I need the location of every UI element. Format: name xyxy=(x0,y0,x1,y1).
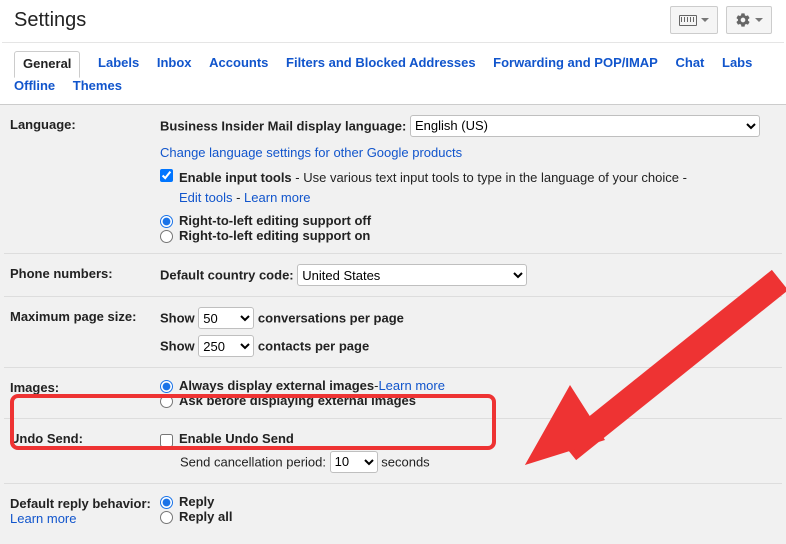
reply-radio[interactable] xyxy=(160,496,173,509)
display-language-label: Business Insider Mail display language: xyxy=(160,118,406,133)
rtl-on-label: Right-to-left editing support on xyxy=(179,228,370,243)
header-buttons xyxy=(670,6,772,34)
label-images: Images: xyxy=(10,378,160,408)
section-undo-send: Undo Send: Enable Undo Send Send cancell… xyxy=(4,419,782,484)
tab-accounts[interactable]: Accounts xyxy=(209,55,268,70)
cancel-period-suffix: seconds xyxy=(381,454,429,469)
keyboard-icon xyxy=(679,15,697,26)
enable-input-tools-checkbox[interactable] xyxy=(160,169,173,182)
section-default-reply: Default reply behavior: Learn more Reply… xyxy=(4,484,782,536)
label-undo-send: Undo Send: xyxy=(10,429,160,473)
input-tools-button[interactable] xyxy=(670,6,718,34)
images-learn-more-link[interactable]: Learn more xyxy=(378,378,444,393)
enable-undo-send-label: Enable Undo Send xyxy=(179,429,294,449)
tab-general[interactable]: General xyxy=(14,51,80,78)
section-phone: Phone numbers: Default country code: Uni… xyxy=(4,254,782,297)
show-conv-prefix: Show xyxy=(160,311,195,326)
ask-display-radio[interactable] xyxy=(160,395,173,408)
default-country-label: Default country code: xyxy=(160,268,294,283)
section-page-size: Maximum page size: Show 50 conversations… xyxy=(4,297,782,368)
gear-icon xyxy=(735,12,751,28)
tab-forwarding[interactable]: Forwarding and POP/IMAP xyxy=(493,55,658,70)
always-display-radio[interactable] xyxy=(160,380,173,393)
tab-labs[interactable]: Labs xyxy=(722,55,752,70)
section-images: Images: Always display external images -… xyxy=(4,368,782,419)
reply-all-radio[interactable] xyxy=(160,511,173,524)
change-language-link[interactable]: Change language settings for other Googl… xyxy=(160,145,462,160)
label-default-reply: Default reply behavior: Learn more xyxy=(10,494,160,526)
show-contacts-suffix: contacts per page xyxy=(258,339,369,354)
enable-input-tools-label: Enable input tools xyxy=(179,170,292,185)
ask-display-label: Ask before displaying external images xyxy=(179,393,416,408)
settings-gear-button[interactable] xyxy=(726,6,772,34)
page-title: Settings xyxy=(14,9,86,32)
tab-filters[interactable]: Filters and Blocked Addresses xyxy=(286,55,476,70)
conversations-per-page-select[interactable]: 50 xyxy=(198,307,254,329)
reply-all-label: Reply all xyxy=(179,509,232,524)
cancel-period-select[interactable]: 10 xyxy=(330,451,378,473)
enable-input-tools-desc: - Use various text input tools to type i… xyxy=(292,170,687,185)
edit-tools-link[interactable]: Edit tools xyxy=(179,190,232,205)
tab-labels[interactable]: Labels xyxy=(98,55,139,70)
tab-offline[interactable]: Offline xyxy=(14,78,55,93)
enable-undo-send-checkbox[interactable] xyxy=(160,434,173,447)
label-phone: Phone numbers: xyxy=(10,264,160,286)
contacts-per-page-select[interactable]: 250 xyxy=(198,335,254,357)
header: Settings xyxy=(0,0,786,42)
label-language: Language: xyxy=(10,115,160,244)
tab-themes[interactable]: Themes xyxy=(73,78,122,93)
show-conv-suffix: conversations per page xyxy=(258,311,404,326)
input-tools-learn-more-link[interactable]: Learn more xyxy=(244,190,310,205)
settings-tabs: General Labels Inbox Accounts Filters an… xyxy=(0,43,786,105)
rtl-on-radio[interactable] xyxy=(160,230,173,243)
country-code-select[interactable]: United States xyxy=(297,264,527,286)
reply-learn-more-link[interactable]: Learn more xyxy=(10,511,76,526)
chevron-down-icon xyxy=(701,18,709,22)
tab-chat[interactable]: Chat xyxy=(675,55,704,70)
cancel-period-label: Send cancellation period: xyxy=(180,454,326,469)
display-language-select[interactable]: English (US) xyxy=(410,115,760,137)
section-language: Language: Business Insider Mail display … xyxy=(4,105,782,255)
label-page-size: Maximum page size: xyxy=(10,307,160,357)
chevron-down-icon xyxy=(755,18,763,22)
tab-inbox[interactable]: Inbox xyxy=(157,55,192,70)
show-contacts-prefix: Show xyxy=(160,339,195,354)
rtl-off-label: Right-to-left editing support off xyxy=(179,213,371,228)
reply-label: Reply xyxy=(179,494,214,509)
always-display-label: Always display external images xyxy=(179,378,374,393)
rtl-off-radio[interactable] xyxy=(160,215,173,228)
settings-content: Language: Business Insider Mail display … xyxy=(0,105,786,544)
